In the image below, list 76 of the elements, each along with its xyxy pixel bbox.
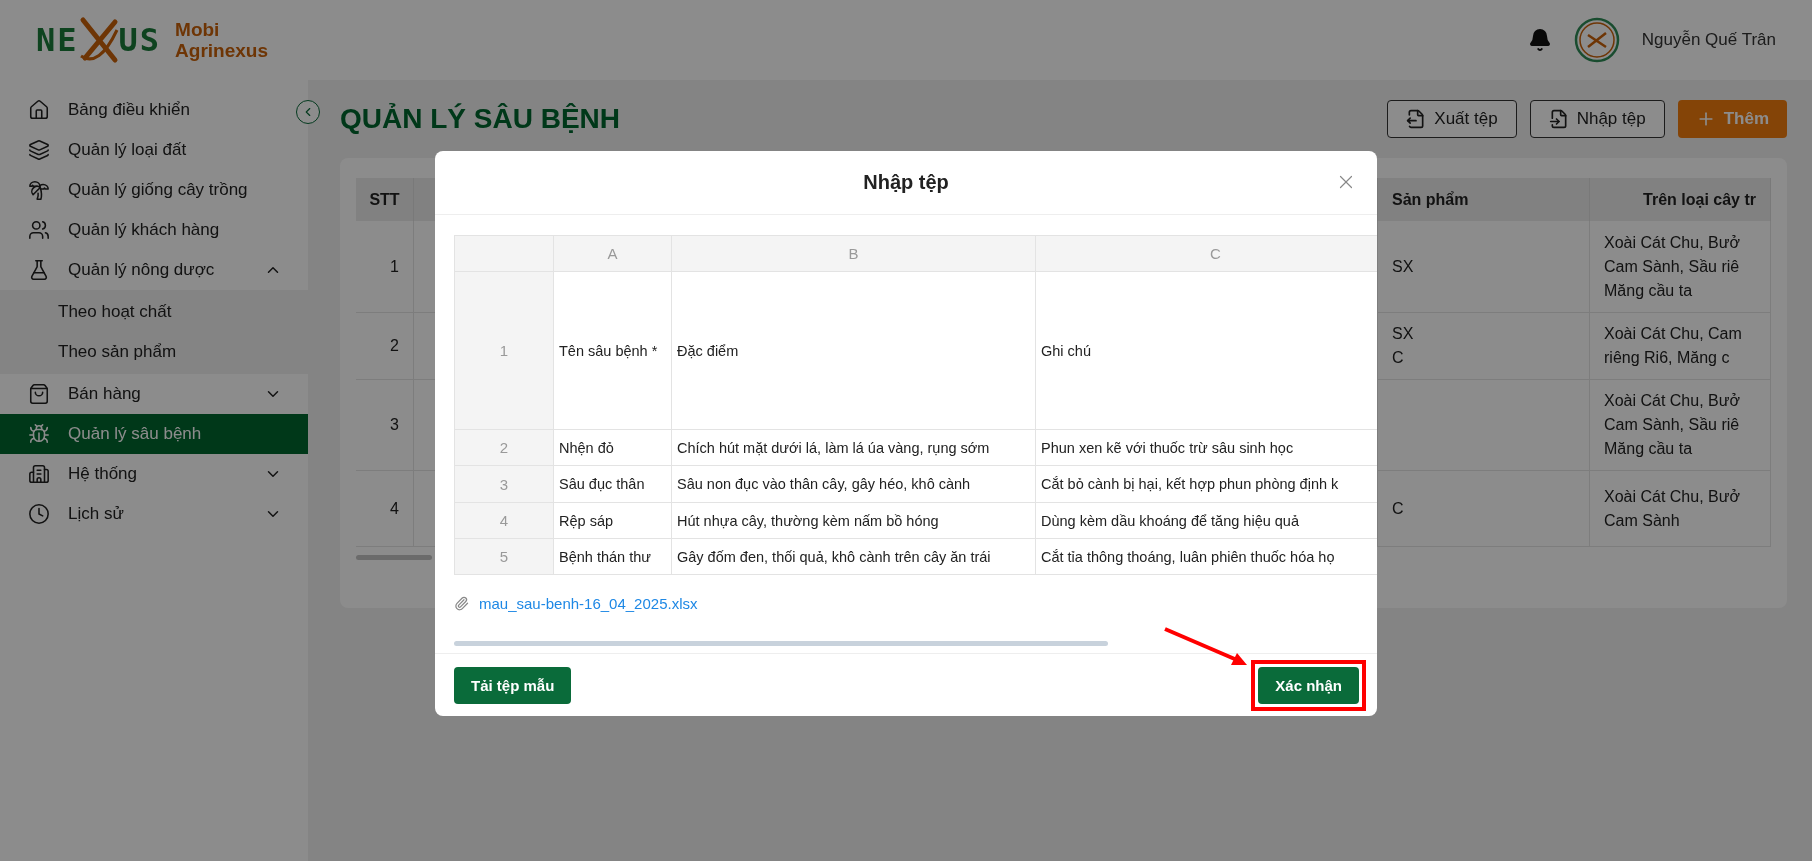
download-template-button[interactable]: Tải tệp mẫu: [454, 666, 572, 704]
sheet-cell: Nhện đỏ: [554, 430, 672, 466]
avatar[interactable]: [1573, 17, 1620, 63]
row-number: 1: [455, 272, 554, 430]
row-number: 3: [455, 466, 554, 503]
sidebar-item[interactable]: Quản lý giống cây trồng: [0, 170, 308, 210]
column-header: Trên loại cây tr: [1590, 178, 1771, 221]
table-cell: 3: [356, 380, 414, 471]
sidebar-item[interactable]: Lịch sử: [0, 494, 308, 534]
scrollbar[interactable]: [454, 641, 1108, 646]
sidebar-item[interactable]: Hệ thống: [0, 454, 308, 494]
row-number: 4: [455, 503, 554, 539]
sheet-cell: Bệnh thán thư: [554, 539, 672, 575]
row-number: 5: [455, 539, 554, 575]
bell-icon[interactable]: [1527, 28, 1552, 52]
column-header: STT: [356, 178, 414, 221]
dialog-title: Nhập tệp: [863, 171, 949, 194]
sidebar-subitem[interactable]: Theo hoạt chất: [0, 292, 308, 332]
sheet-cell: Cắt bỏ cành bị hại, kết hợp phun phòng định k: [1036, 466, 1377, 503]
export-button[interactable]: Xuất tệp: [1387, 100, 1517, 138]
column-letter: C: [1036, 236, 1377, 272]
file-link[interactable]: mau_sau-benh-16_04_2025.xlsx: [479, 594, 698, 612]
row-number: 2: [455, 430, 554, 466]
sidebar-item[interactable]: Quản lý sâu bệnh: [0, 414, 308, 454]
logo-swoosh-icon: [78, 16, 119, 64]
sheet-cell: Chích hút mặt dưới lá, làm lá úa vàng, rụng sớm: [672, 430, 1036, 466]
confirm-button[interactable]: Xác nhận: [1258, 666, 1359, 704]
sheet-cell: Hút nhựa cây, thường kèm nấm bồ hóng: [672, 503, 1036, 539]
sheet-cell: Phun xen kẽ với thuốc trừ sâu sinh học: [1036, 430, 1377, 466]
sidebar-item[interactable]: Quản lý khách hàng: [0, 210, 308, 250]
sheet-cell: Rệp sáp: [554, 503, 672, 539]
file-export-icon: [1406, 109, 1427, 129]
file-import-icon: [1548, 109, 1569, 129]
table-cell: Xoài Cát Chu, Cam riêng Ri6, Măng c: [1590, 313, 1771, 380]
building-icon: [28, 463, 50, 485]
scrollbar[interactable]: [356, 555, 432, 560]
home-icon: [28, 99, 50, 121]
sidebar-item[interactable]: Quản lý loại đất: [0, 130, 308, 170]
table-cell: C: [1378, 471, 1590, 547]
collapse-button[interactable]: [296, 100, 320, 124]
brand-name: Mobi Agrinexus: [175, 19, 268, 61]
sidebar-item[interactable]: Quản lý nông dược: [0, 250, 308, 290]
table-cell: Xoài Cát Chu, Bưở Cam Sành: [1590, 471, 1771, 547]
table-cell: Xoài Cát Chu, Bưở Cam Sành, Sầu riê Măng cầu ta: [1590, 221, 1771, 313]
layers-icon: [28, 139, 50, 161]
sheet-cell: Ghi chú: [1036, 272, 1377, 430]
table-cell: 2: [356, 313, 414, 380]
user-name[interactable]: Nguyễn Quế Trân: [1641, 30, 1776, 50]
sheet-cell: Gây đốm đen, thối quả, khô cành trên cây ăn trái: [672, 539, 1036, 575]
sheet-cell: Sâu đục thân: [554, 466, 672, 503]
column-header: Sản phẩm: [1378, 178, 1590, 221]
column-letter: B: [672, 236, 1036, 272]
palm-tree-icon: [28, 179, 50, 201]
paperclip-icon: [454, 595, 469, 611]
table-cell: 4: [356, 471, 414, 547]
sheet-cell: Cắt tỉa thông thoáng, luân phiên thuốc hóa họ: [1036, 539, 1377, 575]
sidebar-item[interactable]: Bán hàng: [0, 374, 308, 414]
flask-icon: [28, 259, 50, 281]
table-cell: 1: [356, 221, 414, 313]
sheet-cell: Sâu non đục vào thân cây, gây héo, khô cành: [672, 466, 1036, 503]
sheet-cell: Tên sâu bệnh *: [554, 272, 672, 430]
page-title: QUẢN LÝ SÂU BỆNH: [340, 103, 620, 135]
users-icon: [28, 219, 50, 241]
logo-text: NE: [36, 21, 79, 59]
table-cell: SX C: [1378, 313, 1590, 380]
sheet-cell: Đặc điểm: [672, 272, 1036, 430]
logo-text: US: [118, 21, 162, 59]
sidebar-subitem[interactable]: Theo sản phẩm: [0, 332, 308, 372]
table-cell: Xoài Cát Chu, Bưở Cam Sành, Sầu riê Măng cầu ta: [1590, 380, 1771, 471]
table-cell: SX: [1378, 221, 1590, 313]
import-button[interactable]: Nhập tệp: [1529, 100, 1665, 138]
clock-icon: [28, 503, 50, 525]
shopping-bag-icon: [28, 383, 50, 405]
bug-icon: [28, 423, 50, 445]
sheet-cell: Dùng kèm dầu khoáng để tăng hiệu quả: [1036, 503, 1377, 539]
column-letter: A: [554, 236, 672, 272]
